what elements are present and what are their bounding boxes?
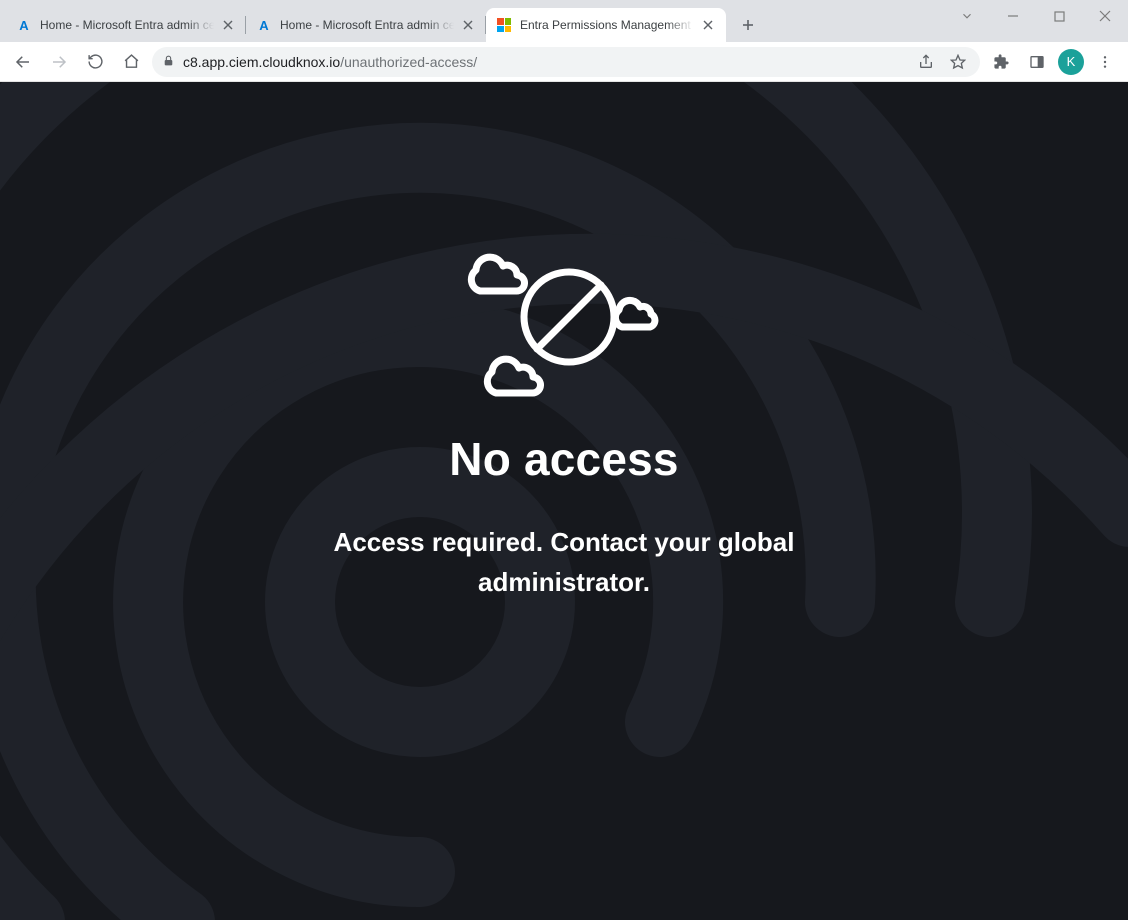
- url-host: c8.app.ciem.cloudknox.io: [183, 54, 340, 70]
- window-controls: [944, 0, 1128, 34]
- extensions-icon[interactable]: [986, 47, 1016, 77]
- tab-label: Home - Microsoft Entra admin center: [40, 18, 214, 32]
- home-button[interactable]: [116, 47, 146, 77]
- kebab-menu-icon[interactable]: [1090, 47, 1120, 77]
- window-minimize-button[interactable]: [990, 0, 1036, 32]
- back-button[interactable]: [8, 47, 38, 77]
- browser-toolbar: c8.app.ciem.cloudknox.io/unauthorized-ac…: [0, 42, 1128, 82]
- new-tab-button[interactable]: [734, 11, 762, 39]
- browser-tab[interactable]: A Home - Microsoft Entra admin center: [6, 8, 246, 42]
- page-content: No access Access required. Contact your …: [0, 82, 1128, 920]
- browser-tab[interactable]: A Home - Microsoft Entra admin center: [246, 8, 486, 42]
- close-icon[interactable]: [700, 17, 716, 33]
- lock-icon: [162, 54, 175, 70]
- side-panel-icon[interactable]: [1022, 47, 1052, 77]
- close-icon[interactable]: [220, 17, 236, 33]
- no-access-panel: No access Access required. Contact your …: [244, 232, 884, 603]
- profile-avatar[interactable]: K: [1058, 49, 1084, 75]
- close-icon[interactable]: [460, 17, 476, 33]
- share-icon[interactable]: [914, 50, 938, 74]
- reload-button[interactable]: [80, 47, 110, 77]
- azure-icon: A: [256, 17, 272, 33]
- url-text: c8.app.ciem.cloudknox.io/unauthorized-ac…: [183, 54, 906, 70]
- microsoft-icon: [496, 17, 512, 33]
- window-close-button[interactable]: [1082, 0, 1128, 32]
- window-maximize-button[interactable]: [1036, 0, 1082, 32]
- window-caret-icon[interactable]: [944, 0, 990, 32]
- no-access-headline: No access: [244, 432, 884, 486]
- azure-icon: A: [16, 17, 32, 33]
- tab-label: Home - Microsoft Entra admin center: [280, 18, 454, 32]
- url-path: /unauthorized-access/: [340, 54, 477, 70]
- avatar-initial: K: [1067, 54, 1076, 69]
- browser-tab-active[interactable]: Entra Permissions Management: [486, 8, 726, 42]
- no-access-illustration: [454, 232, 674, 402]
- no-access-subhead: Access required. Contact your global adm…: [244, 522, 884, 603]
- bookmark-icon[interactable]: [946, 50, 970, 74]
- tab-label: Entra Permissions Management: [520, 18, 694, 32]
- address-bar[interactable]: c8.app.ciem.cloudknox.io/unauthorized-ac…: [152, 47, 980, 77]
- forward-button[interactable]: [44, 47, 74, 77]
